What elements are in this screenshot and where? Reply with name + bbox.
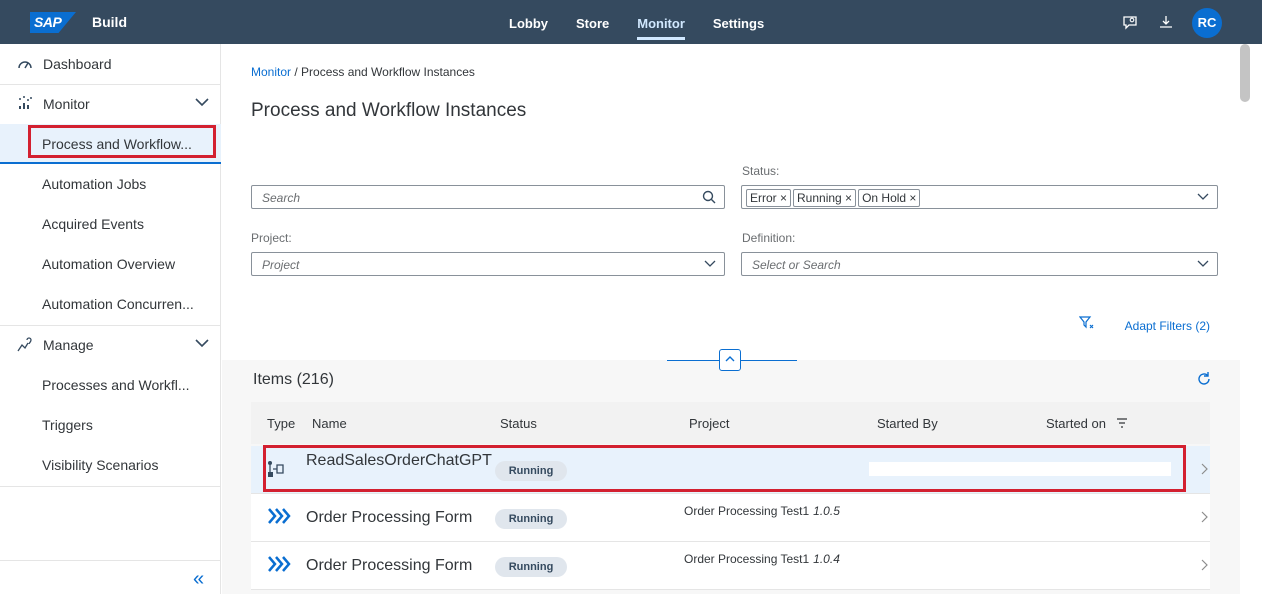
row-project: Order Processing Test1 1.0.5 xyxy=(684,504,840,518)
sidebar-item-visibility-scenarios[interactable]: Visibility Scenarios xyxy=(0,445,221,485)
monitor-chart-icon xyxy=(15,95,35,114)
form-icon xyxy=(267,555,293,578)
sidebar-item-monitor[interactable]: Monitor xyxy=(0,84,221,124)
refresh-icon[interactable] xyxy=(1196,371,1212,392)
collapse-sidebar-icon[interactable]: « xyxy=(193,568,204,591)
tab-lobby[interactable]: Lobby xyxy=(495,0,562,44)
status-token-on-hold[interactable]: On Hold × xyxy=(858,189,921,207)
manage-icon xyxy=(15,335,35,356)
page-title: Process and Workflow Instances xyxy=(251,100,527,121)
status-token-error[interactable]: Error × xyxy=(746,189,792,207)
status-badge: Running xyxy=(495,557,567,577)
project-select[interactable]: Project xyxy=(251,252,725,276)
sidebar-item-processes-workflows[interactable]: Processes and Workfl... xyxy=(0,365,221,405)
chevron-right-icon[interactable] xyxy=(1200,559,1208,574)
chevron-down-icon[interactable] xyxy=(1197,190,1209,204)
tab-monitor[interactable]: Monitor xyxy=(623,0,699,44)
table-title: Items (216) xyxy=(253,371,334,388)
search-input[interactable]: Search xyxy=(251,185,725,209)
shell-bar: SAP Build Lobby Store Monitor Settings R… xyxy=(0,0,1262,44)
breadcrumb-current: / Process and Workflow Instances xyxy=(291,65,475,79)
sidebar-item-label: Manage xyxy=(43,337,94,353)
chevron-right-icon[interactable] xyxy=(1200,511,1208,526)
sap-logo[interactable]: SAP xyxy=(30,12,76,33)
sidebar-item-automation-jobs[interactable]: Automation Jobs xyxy=(0,164,221,204)
status-badge: Running xyxy=(495,509,567,529)
sidebar-item-label: Automation Overview xyxy=(42,256,176,272)
status-token-running[interactable]: Running × xyxy=(793,189,857,207)
chevron-down-icon[interactable] xyxy=(195,337,209,351)
sidebar-item-triggers[interactable]: Triggers xyxy=(0,405,221,445)
status-multiselect[interactable]: Error × Running × On Hold × xyxy=(741,185,1218,209)
started-by-value xyxy=(869,462,1171,476)
sidebar-item-label: Process and Workflow... xyxy=(42,136,192,152)
column-name[interactable]: Name xyxy=(312,416,347,431)
sidebar-item-label: Processes and Workfl... xyxy=(42,377,190,393)
tab-store[interactable]: Store xyxy=(562,0,623,44)
table-row[interactable]: Order Processing Form Running Order Proc… xyxy=(251,542,1210,590)
row-name[interactable]: Order Processing Form xyxy=(306,557,472,575)
sidebar-item-label: Visibility Scenarios xyxy=(42,457,159,473)
sidebar-item-dashboard[interactable]: Dashboard xyxy=(0,44,221,84)
side-navigation: Dashboard Monitor Process and Workflow..… xyxy=(0,44,221,594)
tab-settings[interactable]: Settings xyxy=(699,0,778,44)
breadcrumb: Monitor / Process and Workflow Instances xyxy=(251,65,475,79)
clear-filter-icon[interactable] xyxy=(1078,316,1095,333)
definition-select[interactable]: Select or Search xyxy=(741,252,1218,276)
workflow-icon xyxy=(267,458,291,482)
feedback-icon[interactable] xyxy=(1120,14,1140,33)
definition-placeholder: Select or Search xyxy=(752,258,841,272)
sidebar-item-label: Dashboard xyxy=(43,56,112,72)
status-label: Status: xyxy=(742,164,780,178)
project-label: Project: xyxy=(251,231,292,245)
divider xyxy=(0,486,221,487)
status-badge: Running xyxy=(495,461,567,481)
chevron-right-icon[interactable] xyxy=(1200,463,1208,478)
table-row[interactable]: Order Processing Form Running Order Proc… xyxy=(251,494,1210,542)
row-project: Order Processing Test1 1.0.4 xyxy=(684,552,840,566)
sidebar-item-label: Automation Jobs xyxy=(42,176,147,192)
breadcrumb-link-monitor[interactable]: Monitor xyxy=(251,65,291,79)
gauge-icon xyxy=(15,56,35,73)
definition-label: Definition: xyxy=(742,231,796,245)
sidebar-item-manage[interactable]: Manage xyxy=(0,325,221,365)
divider xyxy=(0,560,221,561)
table-row[interactable]: ReadSalesOrderChatGPT Running xyxy=(251,446,1210,494)
sidebar-item-automation-concurrency[interactable]: Automation Concurren... xyxy=(0,284,221,324)
sidebar-item-label: Triggers xyxy=(42,417,93,433)
chevron-down-icon[interactable] xyxy=(195,96,209,110)
column-started-by[interactable]: Started By xyxy=(877,416,938,431)
search-icon[interactable] xyxy=(702,190,716,207)
column-type: Type xyxy=(267,416,296,431)
download-icon[interactable] xyxy=(1156,14,1176,33)
sidebar-item-automation-overview[interactable]: Automation Overview xyxy=(0,244,221,284)
chevron-down-icon[interactable] xyxy=(704,257,716,271)
avatar[interactable]: RC xyxy=(1192,8,1222,38)
scrollbar-thumb[interactable] xyxy=(1240,44,1250,102)
chevron-down-icon[interactable] xyxy=(1197,257,1209,271)
column-status[interactable]: Status xyxy=(500,416,537,431)
row-name[interactable]: Order Processing Form xyxy=(306,509,472,527)
column-started-on[interactable]: Started on xyxy=(1046,416,1128,431)
sidebar-item-label: Acquired Events xyxy=(42,216,144,232)
project-placeholder: Project xyxy=(262,258,300,272)
sidebar-item-acquired-events[interactable]: Acquired Events xyxy=(0,204,221,244)
column-project[interactable]: Project xyxy=(689,416,729,431)
table-header: Type Name Status Project Started By Star… xyxy=(251,402,1210,444)
scrollbar-track xyxy=(1240,44,1262,594)
form-icon xyxy=(267,507,293,530)
shell-actions: RC xyxy=(1120,8,1222,38)
main-content: Monitor / Process and Workflow Instances… xyxy=(222,44,1240,594)
collapse-header-button[interactable] xyxy=(719,349,741,371)
top-navigation: Lobby Store Monitor Settings xyxy=(495,0,778,44)
sidebar-item-label: Automation Concurren... xyxy=(42,296,194,312)
row-name[interactable]: ReadSalesOrderChatGPT xyxy=(306,452,492,469)
sidebar-item-label: Monitor xyxy=(43,96,90,112)
sidebar-item-process-workflow-instances[interactable]: Process and Workflow... xyxy=(0,124,221,164)
status-tokens: Error × Running × On Hold × xyxy=(746,189,922,207)
search-placeholder: Search xyxy=(262,191,301,205)
adapt-filters-button[interactable]: Adapt Filters (2) xyxy=(1125,319,1210,333)
product-name: Build xyxy=(92,14,127,30)
